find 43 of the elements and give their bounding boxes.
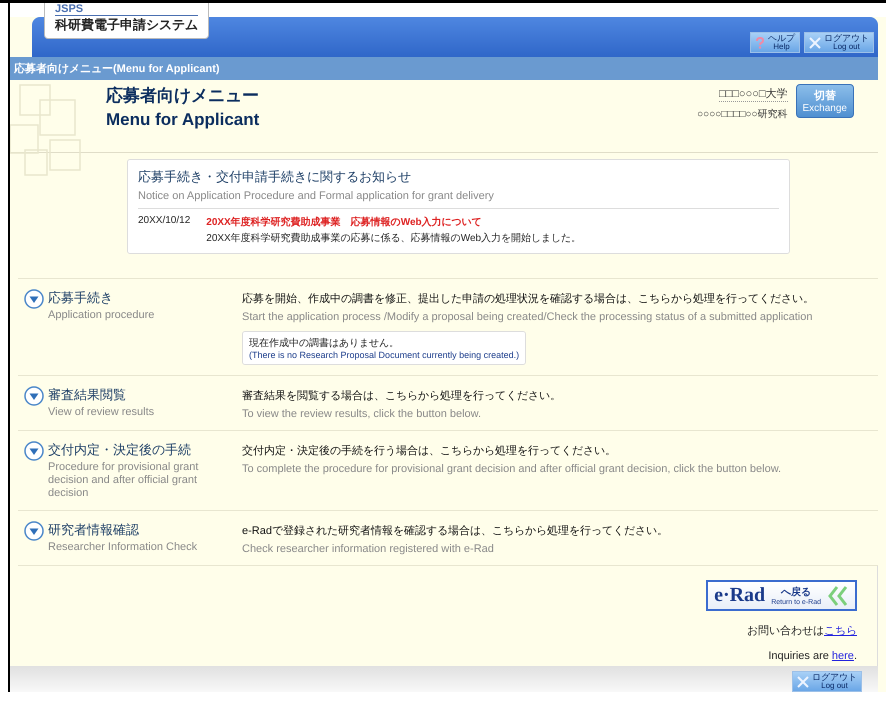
breadcrumb-bar: 応募者向けメニュー(Menu for Applicant) bbox=[10, 57, 878, 80]
section-title-english: Researcher Information Check bbox=[48, 540, 198, 554]
help-button[interactable]: ヘルプ Help bbox=[750, 32, 800, 53]
inquiry-text: お問い合わせはこちら bbox=[747, 625, 857, 637]
notice-title: 応募手続き・交付申請手続きに関するお知らせ bbox=[138, 168, 412, 186]
notice-date: 20XX/10/12 bbox=[138, 215, 190, 228]
section-description: e-Radで登録された研究者情報を確認する場合は、こちらから処理を行ってください。 bbox=[242, 524, 668, 538]
close-icon bbox=[809, 36, 821, 48]
notice-headline: 20XX年度科学研究費助成事業 応募情報のWeb入力について bbox=[206, 215, 483, 229]
page-title-english: Menu for Applicant bbox=[106, 109, 260, 131]
inquiry-text: Inquiries are here. bbox=[768, 650, 857, 662]
expand-icon[interactable] bbox=[24, 289, 44, 309]
logout-button[interactable]: ログアウト Log out bbox=[792, 671, 862, 692]
page-title: 応募者向けメニュー bbox=[106, 85, 260, 107]
section-title: 審査結果閲覧 bbox=[48, 386, 127, 404]
section-title-english: Application procedure bbox=[48, 308, 156, 322]
logout-button[interactable]: ログアウト Log out bbox=[804, 32, 874, 53]
section-title-english: Procedure for provisional grant decision and after official grant decision bbox=[48, 460, 200, 500]
close-icon bbox=[797, 676, 809, 688]
section-description-english: Check researcher information registered with e-Rad bbox=[242, 542, 495, 555]
section-title: 交付内定・決定後の手続 bbox=[48, 441, 192, 459]
section-description-english: To view the review results, click the button below. bbox=[242, 407, 482, 420]
notice-text: 20XX年度科学研究費助成事業の応募に係る、応募情報のWeb入力を開始しました。 bbox=[206, 232, 582, 245]
department-name: ○○○○□□□□○○研究科 bbox=[697, 108, 788, 121]
system-logo: JSPS 科研費電子申請システム bbox=[44, 3, 209, 39]
inquiry-link[interactable]: here bbox=[832, 650, 854, 662]
expand-icon[interactable] bbox=[24, 386, 44, 406]
section-description: 審査結果を閲覧する場合は、こちらから処理を行ってください。 bbox=[242, 388, 561, 403]
section-title: 研究者情報確認 bbox=[48, 521, 140, 539]
expand-icon[interactable] bbox=[24, 441, 44, 461]
status-message: 現在作成中の調書はありません。 (There is no Research Proposal Document currently being created.) bbox=[242, 331, 526, 365]
section-title-english: View of review results bbox=[48, 405, 156, 419]
university-name: □□□○○○□大学 bbox=[719, 86, 788, 102]
inquiry-link[interactable]: こちら bbox=[824, 625, 857, 637]
notice-subtitle: Notice on Application Procedure and Formal application for grant delivery bbox=[138, 186, 779, 209]
chevrons-icon bbox=[827, 584, 849, 606]
question-mark-icon bbox=[755, 36, 765, 48]
section-title: 応募手続き bbox=[48, 289, 114, 307]
expand-icon[interactable] bbox=[24, 521, 44, 541]
section-description-english: To complete the procedure for provisional grant decision and after official grant decision, click the button below. bbox=[242, 462, 782, 475]
section-description: 交付内定・決定後の手続を行う場合は、こちらから処理を行ってください。 bbox=[242, 444, 617, 458]
section-description-english: Start the application process /Modify a proposal being created/Check the processing status of a submitted application bbox=[242, 310, 814, 323]
section-description: 応募を開始、作成中の調書を修正、提出した申請の処理状況を確認する場合は、こちらから処理を行ってください。 bbox=[242, 292, 814, 306]
